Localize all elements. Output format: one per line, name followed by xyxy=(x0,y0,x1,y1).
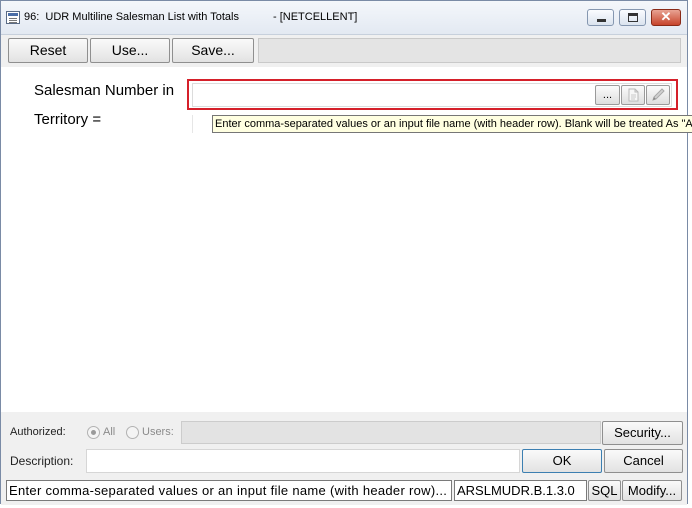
criteria-panel: Salesman Number in Territory = ... Enter… xyxy=(1,67,692,412)
use-button[interactable]: Use... xyxy=(90,38,170,63)
browse-icon: ... xyxy=(602,89,613,101)
authorized-users-radio[interactable] xyxy=(126,426,139,439)
authorized-label: Authorized: xyxy=(10,426,66,438)
browse-button[interactable]: ... xyxy=(595,85,620,105)
window-subtitle: - [NETCELLENT] xyxy=(273,11,358,23)
users-field xyxy=(181,421,601,444)
edit-button[interactable] xyxy=(646,85,670,105)
authorized-all-label: All xyxy=(103,426,116,438)
maximize-icon xyxy=(628,13,638,22)
pencil-icon xyxy=(652,88,665,101)
title-bar[interactable]: 96: UDR Multiline Salesman List with Tot… xyxy=(1,1,687,35)
modify-button[interactable]: Modify... xyxy=(622,480,682,501)
document-icon xyxy=(628,88,639,102)
reset-button[interactable]: Reset xyxy=(8,38,88,63)
territory-label: Territory = xyxy=(34,111,102,128)
sql-button[interactable]: SQL xyxy=(588,480,621,501)
cancel-button[interactable]: Cancel xyxy=(604,449,683,473)
minimize-icon xyxy=(597,19,606,22)
security-button[interactable]: Security... xyxy=(602,421,683,445)
window-title: 96: UDR Multiline Salesman List with Tot… xyxy=(24,11,239,23)
footer-panel: Authorized: All Users: Security... Descr… xyxy=(1,413,687,505)
close-button[interactable]: ✕ xyxy=(651,9,681,26)
program-id: ARSLMUDR.B.1.3.0 xyxy=(454,480,587,501)
salesman-number-label: Salesman Number in xyxy=(34,82,175,99)
file-button[interactable] xyxy=(621,85,645,105)
minimize-button[interactable] xyxy=(587,9,614,26)
description-label: Description: xyxy=(10,454,74,468)
authorized-users-label: Users: xyxy=(142,426,174,438)
status-bar-message: Enter comma-separated values or an input… xyxy=(6,480,452,501)
authorized-all-radio[interactable] xyxy=(87,426,100,439)
close-icon: ✕ xyxy=(660,9,672,24)
toolbar-field xyxy=(258,38,681,63)
tooltip-gap xyxy=(192,115,213,133)
maximize-button[interactable] xyxy=(619,9,646,26)
toolbar: Reset Use... Save... xyxy=(1,35,687,65)
app-icon[interactable] xyxy=(6,11,20,24)
input-tooltip: Enter comma-separated values or an input… xyxy=(212,115,692,133)
ok-button[interactable]: OK xyxy=(522,449,602,473)
save-button[interactable]: Save... xyxy=(172,38,254,63)
description-input[interactable] xyxy=(86,449,520,473)
report-window: 96: UDR Multiline Salesman List with Tot… xyxy=(0,0,692,505)
